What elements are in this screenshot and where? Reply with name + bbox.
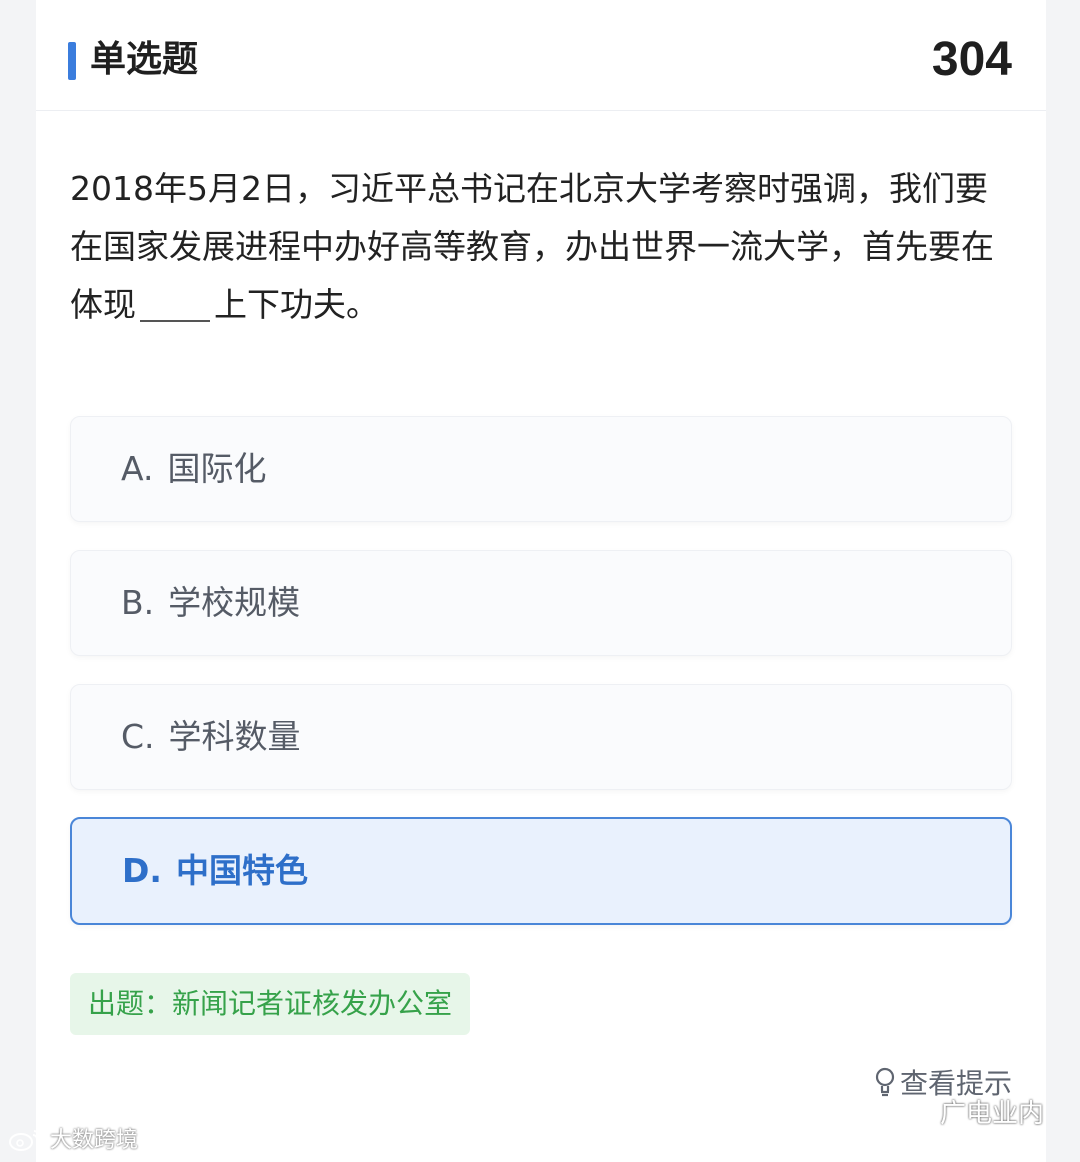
question-card: 单选题 304 2018年5月2日，习近平总书记在北京大学考察时强调，我们要在国…: [36, 0, 1046, 1162]
option-a-label: 国际化: [167, 449, 267, 488]
option-b-label: 学校规模: [168, 583, 301, 622]
option-a-letter: A.: [121, 449, 154, 488]
option-b-letter: B.: [121, 583, 155, 622]
watermark-right-text: 广电业内: [939, 1099, 1044, 1129]
watermark-wechat: 广电业内: [898, 1096, 1044, 1138]
answer-blank: [140, 280, 210, 322]
option-c-text: C. 学科数量: [121, 713, 301, 761]
watermark-left-text: 大数跨境: [50, 1128, 139, 1153]
option-a[interactable]: A. 国际化: [70, 416, 1012, 522]
question-header: 单选题 304: [36, 0, 1046, 111]
lightbulb-icon: [874, 1067, 896, 1108]
option-d-text: D. 中国特色: [122, 847, 308, 895]
title-accent-bar: [68, 42, 76, 80]
question-type-title: 单选题: [90, 39, 199, 80]
question-text: 2018年5月2日，习近平总书记在北京大学考察时强调，我们要在国家发展进程中办好…: [70, 160, 1015, 334]
option-c[interactable]: C. 学科数量: [70, 684, 1012, 790]
option-d-letter: D.: [122, 851, 162, 890]
option-b[interactable]: B. 学校规模: [70, 550, 1012, 656]
wechat-logo-icon: [898, 1098, 934, 1138]
option-d-label: 中国特色: [175, 851, 308, 890]
watermark-weibo: 大数跨境: [8, 1126, 138, 1162]
weibo-logo-icon: [8, 1127, 44, 1162]
question-text-after: 上下功夫。: [214, 285, 379, 324]
option-a-text: A. 国际化: [121, 445, 266, 493]
question-number: 304: [931, 33, 1012, 86]
option-c-label: 学科数量: [168, 717, 301, 756]
option-b-text: B. 学校规模: [121, 579, 300, 627]
question-source-badge: 出题：新闻记者证核发办公室: [70, 973, 471, 1035]
option-d[interactable]: D. 中国特色: [70, 817, 1012, 925]
option-c-letter: C.: [121, 717, 155, 756]
